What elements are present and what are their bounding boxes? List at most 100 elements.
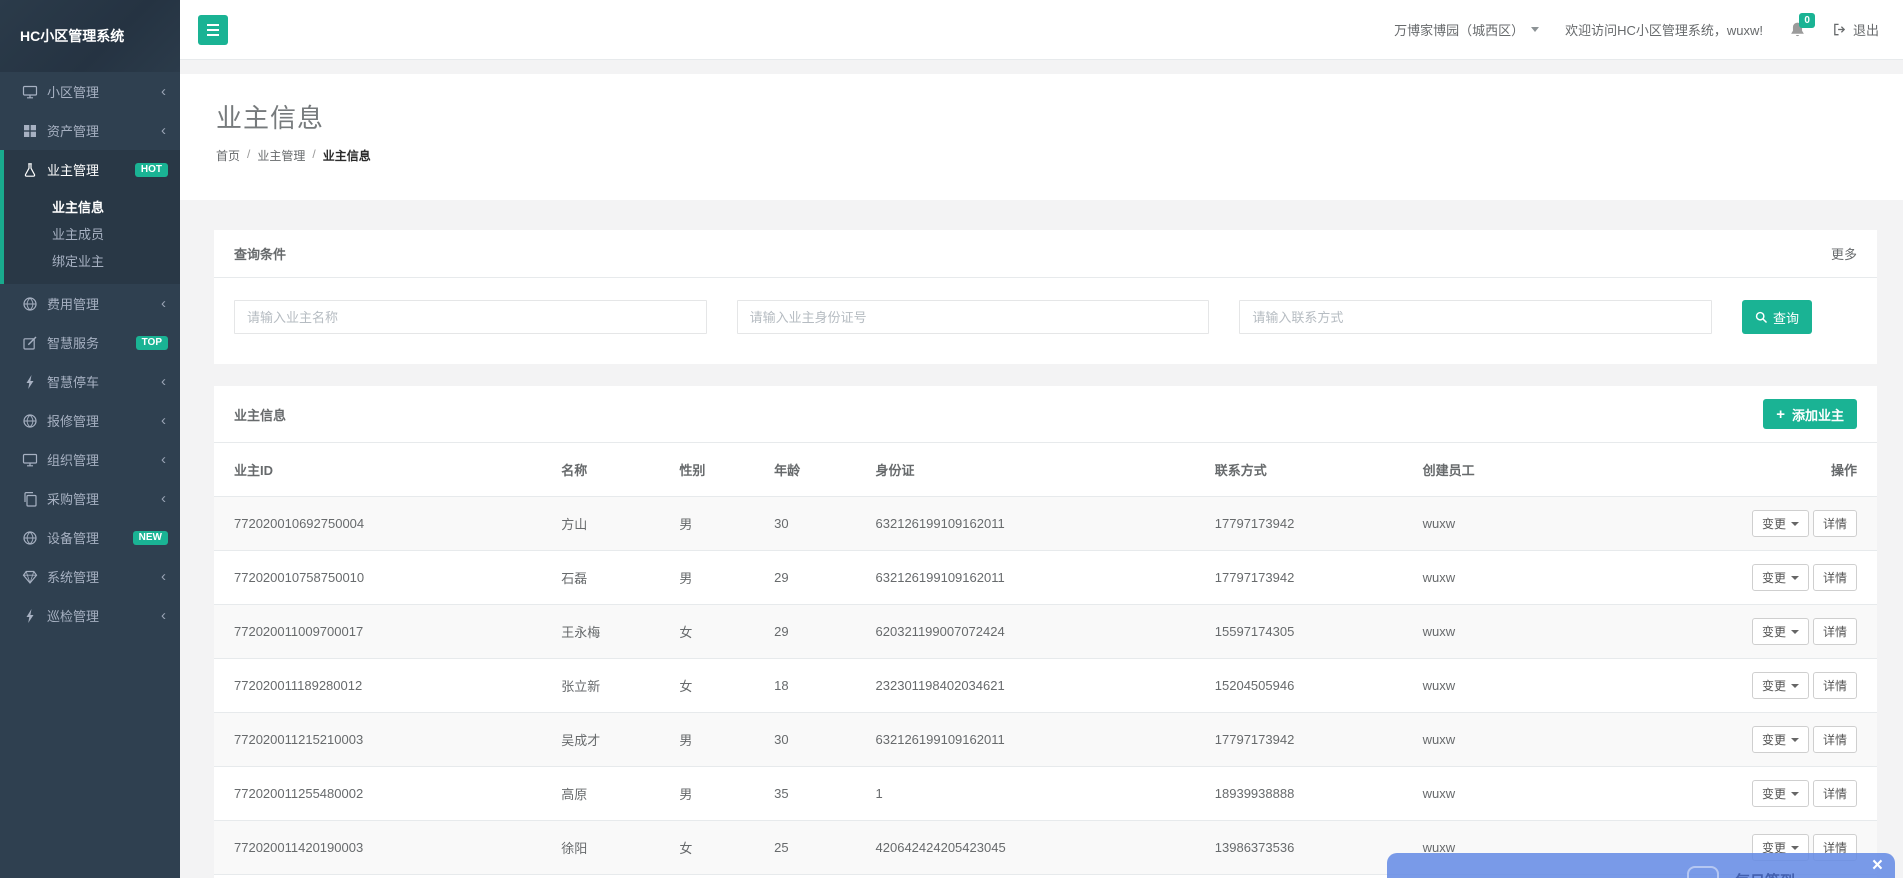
sidebar-item[interactable]: 组织管理‹ <box>0 440 180 479</box>
nav-badge: TOP <box>136 336 168 350</box>
app-root: HC小区管理系统 小区管理‹资产管理‹业主管理HOT业主信息业主成员绑定业主费用… <box>0 0 1903 878</box>
menu-icon <box>207 24 219 26</box>
cell-name: 王永梅 <box>553 605 671 659</box>
change-button[interactable]: 变更 <box>1752 780 1809 807</box>
sidebar-subitem[interactable]: 业主信息 <box>4 193 180 220</box>
community-selector[interactable]: 万博家博园（城西区） <box>1394 20 1539 39</box>
detail-button[interactable]: 详情 <box>1813 510 1857 537</box>
cell-gender: 男 <box>671 713 766 767</box>
chevron-left-icon: ‹ <box>161 412 166 429</box>
close-icon[interactable]: × <box>1872 855 1883 878</box>
table-row: 772020010758750010石磊男2963212619910916201… <box>214 551 1877 605</box>
cell-gender: 男 <box>671 497 766 551</box>
chevron-left-icon: ‹ <box>161 373 166 390</box>
change-button[interactable]: 变更 <box>1752 564 1809 591</box>
owners-table: 业主ID 名称 性别 年龄 身份证 联系方式 创建员工 操作 772020010… <box>214 443 1877 878</box>
cell-age: 29 <box>766 551 867 605</box>
nav-badge: HOT <box>135 163 168 177</box>
notification-badge: 0 <box>1799 13 1815 28</box>
sidebar-item[interactable]: 智慧停车‹ <box>0 362 180 401</box>
gem-icon <box>22 569 38 585</box>
sidebar: HC小区管理系统 小区管理‹资产管理‹业主管理HOT业主信息业主成员绑定业主费用… <box>0 0 180 878</box>
sidebar-item[interactable]: 报修管理‹ <box>0 401 180 440</box>
owner-idcard-input[interactable] <box>737 300 1210 334</box>
caret-down-icon <box>1791 630 1799 634</box>
search-button[interactable]: 查询 <box>1742 300 1812 334</box>
col-actions: 操作 <box>1724 443 1877 497</box>
chevron-left-icon: ‹ <box>161 83 166 100</box>
main-area: 万博家博园（城西区） 欢迎访问HC小区管理系统，wuxw! 0 <box>180 0 1903 878</box>
table-row: 772020011255480002高原男35118939938888wuxw变… <box>214 767 1877 821</box>
cell-id_card: 632126199109162011 <box>868 713 1207 767</box>
sidebar-subitem[interactable]: 绑定业主 <box>4 247 180 274</box>
cell-phone: 15204505946 <box>1207 659 1415 713</box>
sidebar-item[interactable]: 设备管理NEW <box>0 518 180 557</box>
detail-button[interactable]: 详情 <box>1813 618 1857 645</box>
community-name: 万博家博园（城西区） <box>1394 20 1524 39</box>
change-button[interactable]: 变更 <box>1752 510 1809 537</box>
sidebar-item[interactable]: 巡检管理‹ <box>0 596 180 635</box>
change-button[interactable]: 变更 <box>1752 672 1809 699</box>
change-button[interactable]: 变更 <box>1752 618 1809 645</box>
logout-button[interactable]: 退出 <box>1832 20 1879 39</box>
detail-button[interactable]: 详情 <box>1813 726 1857 753</box>
cell-name: 方山 <box>553 497 671 551</box>
cell-phone: 13986373536 <box>1207 821 1415 875</box>
notification-bell[interactable]: 0 <box>1789 21 1806 39</box>
owner-name-input[interactable] <box>234 300 707 334</box>
cell-id_card: 632126199109162011 <box>868 497 1207 551</box>
col-name: 名称 <box>553 443 671 497</box>
chevron-left-icon: ‹ <box>161 568 166 585</box>
welcome-text: 欢迎访问HC小区管理系统，wuxw! <box>1565 20 1763 39</box>
sidebar-item[interactable]: 业主管理HOT <box>0 150 180 189</box>
sidebar-item[interactable]: 资产管理‹ <box>0 111 180 150</box>
cell-creator: wuxw <box>1415 551 1724 605</box>
search-icon <box>1755 311 1768 324</box>
globe-icon <box>22 296 38 312</box>
caret-down-icon <box>1791 576 1799 580</box>
detail-button[interactable]: 详情 <box>1813 672 1857 699</box>
plus-icon: + <box>1776 406 1785 423</box>
sidebar-subitem[interactable]: 业主成员 <box>4 220 180 247</box>
table-row: 772020011189280012张立新女182323011984020346… <box>214 659 1877 713</box>
cell-id: 772020011215210003 <box>214 713 553 767</box>
breadcrumb-home[interactable]: 首页 <box>216 147 240 164</box>
cell-id: 772020010758750010 <box>214 551 553 605</box>
cell-gender: 男 <box>671 551 766 605</box>
detail-button[interactable]: 详情 <box>1813 780 1857 807</box>
col-gender: 性别 <box>671 443 766 497</box>
sidebar-toggle-button[interactable] <box>198 15 228 45</box>
caret-down-icon <box>1791 522 1799 526</box>
navbar-right: 万博家博园（城西区） 欢迎访问HC小区管理系统，wuxw! 0 <box>1394 20 1879 39</box>
grid-icon <box>22 123 38 139</box>
sidebar-item[interactable]: 费用管理‹ <box>0 284 180 323</box>
monitor-icon <box>22 452 38 468</box>
globe-icon <box>22 413 38 429</box>
promo-toast: 每日签到 × <box>1387 853 1895 878</box>
chevron-left-icon: ‹ <box>161 490 166 507</box>
cell-phone: 17797173942 <box>1207 551 1415 605</box>
cell-age: 29 <box>766 605 867 659</box>
detail-button[interactable]: 详情 <box>1813 564 1857 591</box>
cell-id_card: 632126199109162011 <box>868 551 1207 605</box>
breadcrumb-owner-mgmt[interactable]: 业主管理 <box>257 147 305 164</box>
sidebar-item[interactable]: 智慧服务TOP <box>0 323 180 362</box>
sidebar-item[interactable]: 小区管理‹ <box>0 72 180 111</box>
sidebar-submenu: 业主信息业主成员绑定业主 <box>0 189 180 284</box>
contact-input[interactable] <box>1239 300 1712 334</box>
chevron-left-icon: ‹ <box>161 607 166 624</box>
cell-name: 徐阳 <box>553 821 671 875</box>
query-form: 查询 <box>214 278 1877 364</box>
globe-icon <box>22 530 38 546</box>
chevron-left-icon: ‹ <box>161 122 166 139</box>
add-owner-button[interactable]: + 添加业主 <box>1763 399 1857 429</box>
cell-id: 772020011420190003 <box>214 821 553 875</box>
change-button[interactable]: 变更 <box>1752 726 1809 753</box>
more-link[interactable]: 更多 <box>1831 244 1857 263</box>
sidebar-item[interactable]: 系统管理‹ <box>0 557 180 596</box>
cell-id_card <box>868 875 1207 878</box>
cell-phone: 13776644873 <box>1207 875 1415 878</box>
query-panel-title: 查询条件 <box>234 244 286 263</box>
cell-id: 772020010692750004 <box>214 497 553 551</box>
sidebar-item[interactable]: 采购管理‹ <box>0 479 180 518</box>
